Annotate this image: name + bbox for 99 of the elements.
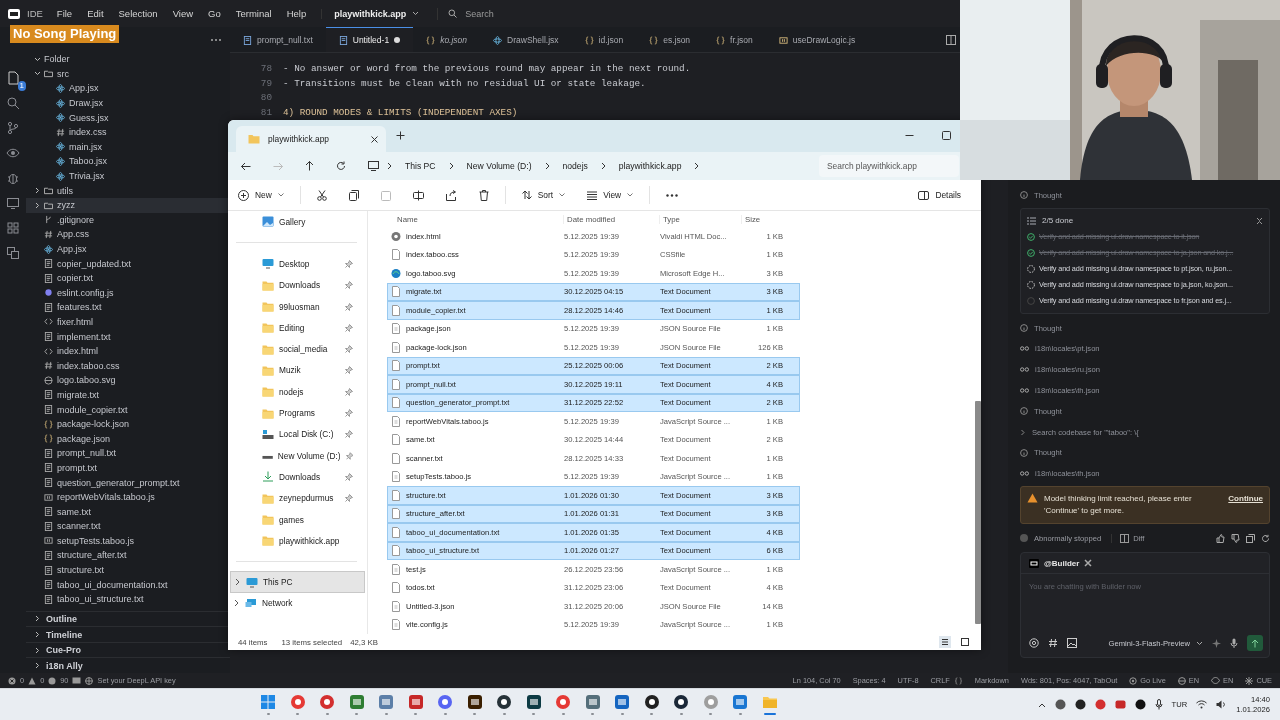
- tree-item[interactable]: main.jsx: [26, 139, 230, 155]
- nav-item[interactable]: Editing: [230, 317, 357, 339]
- menu-item[interactable]: Go: [208, 8, 221, 19]
- section-title: Cue-Pro: [46, 645, 81, 656]
- warning-text: Model thinking limit reached, please enter 'Continue' to get more.: [1044, 493, 1193, 518]
- code-line: - Transitions must be clean with no residual UI or state leakage.: [283, 77, 646, 89]
- breadcrumb-item[interactable]: This PC: [400, 161, 441, 171]
- tree-item[interactable]: Folder: [26, 52, 230, 67]
- tree-item[interactable]: App.jsx: [26, 81, 230, 96]
- window-tab[interactable]: playwithkick.app: [236, 126, 386, 152]
- sort-button[interactable]: Sort: [521, 190, 566, 200]
- line-number: 80: [259, 92, 272, 104]
- tree-item[interactable]: fixer.html: [26, 314, 230, 330]
- continue-link[interactable]: Continue: [1228, 493, 1263, 506]
- nav-item[interactable]: New Volume (D:): [230, 444, 357, 467]
- tree-item[interactable]: Draw.jsx: [26, 95, 230, 111]
- tree-item[interactable]: index.taboo.css: [26, 358, 230, 374]
- project-dropdown[interactable]: playwithkick.app: [321, 8, 428, 19]
- nav-item[interactable]: Muzik: [230, 359, 357, 382]
- tree-item[interactable]: setupTests.taboo.js: [26, 533, 230, 549]
- tree-item[interactable]: zyzz: [26, 197, 230, 213]
- breadcrumb-item[interactable]: New Volume (D:): [461, 161, 537, 171]
- tree-item[interactable]: src: [26, 66, 230, 82]
- tree-item[interactable]: App.css: [26, 227, 230, 242]
- editor-tab[interactable]: ko.json: [413, 27, 481, 52]
- line-number: 81: [259, 106, 272, 118]
- tree-item[interactable]: structure_after.txt: [26, 548, 230, 563]
- section-title: i18n Ally: [46, 660, 83, 671]
- section-title: Timeline: [46, 629, 83, 640]
- editor-tab[interactable]: fr.json: [703, 27, 766, 52]
- nav-item[interactable]: social_media: [230, 338, 357, 360]
- menu-item[interactable]: Terminal: [235, 8, 272, 19]
- tree-item[interactable]: copier_updated.txt: [26, 256, 230, 271]
- nav-item[interactable]: Network: [230, 592, 365, 615]
- tree-item[interactable]: prompt_null.txt: [26, 446, 230, 461]
- line-number: 78: [259, 62, 272, 74]
- nav-item[interactable]: 99luosman: [230, 295, 357, 318]
- nav-item[interactable]: playwithkick.app: [230, 530, 357, 552]
- section-title: Outline: [46, 613, 77, 624]
- now-playing-label: No Song Playing: [10, 25, 120, 43]
- tree-item[interactable]: migrate.txt: [26, 387, 230, 403]
- nav-item[interactable]: Downloads: [230, 466, 357, 488]
- agent-name: @Builder: [1044, 558, 1080, 568]
- tree-item[interactable]: same.txt: [26, 504, 230, 519]
- tree-item[interactable]: logo.taboo.svg: [26, 373, 230, 388]
- tree-item[interactable]: index.css: [26, 124, 230, 140]
- app-name: IDE: [27, 8, 43, 19]
- nav-item[interactable]: Desktop: [230, 253, 357, 275]
- tree-item[interactable]: Guess.jsx: [26, 110, 230, 125]
- notification-badge: 1: [17, 81, 26, 91]
- code-line: 4) ROUND MODES & LIMITS (INDEPENDENT AXES): [283, 106, 518, 118]
- menu-item[interactable]: File: [56, 8, 73, 19]
- nav-item[interactable]: Downloads: [230, 274, 357, 296]
- tree-item[interactable]: App.jsx: [26, 241, 230, 257]
- code-line: - No answer or word from the previous round may appear in the next round.: [283, 62, 691, 74]
- menu-item[interactable]: Edit: [87, 8, 104, 19]
- tree-item[interactable]: package-lock.json: [26, 416, 230, 432]
- tree-item[interactable]: copier.txt: [26, 270, 230, 286]
- tree-item[interactable]: eslint.config.js: [26, 285, 230, 301]
- search-field[interactable]: Search playwithkick.app: [819, 155, 959, 177]
- tree-item[interactable]: .gitignore: [26, 212, 230, 228]
- search-field[interactable]: Search: [463, 7, 548, 20]
- view-button[interactable]: View: [587, 190, 634, 200]
- nav-item[interactable]: Gallery: [230, 211, 357, 233]
- menu-item[interactable]: Selection: [118, 8, 158, 19]
- editor-tab[interactable]: DrawShell.jsx: [480, 27, 572, 52]
- menu-item[interactable]: View: [172, 8, 194, 19]
- nav-item[interactable]: zeynepdurmus: [230, 487, 357, 509]
- editor-tab[interactable]: id.json: [571, 27, 637, 52]
- editor-tab[interactable]: es.json: [636, 27, 704, 52]
- nav-item[interactable]: games: [230, 508, 357, 531]
- line-number: 79: [259, 77, 272, 89]
- tree-item[interactable]: prompt.txt: [26, 460, 230, 476]
- breadcrumb-item[interactable]: playwithkick.app: [613, 161, 687, 171]
- tree-item[interactable]: scanner.txt: [26, 519, 230, 534]
- menu-item[interactable]: Help: [286, 8, 307, 19]
- nav-item[interactable]: nodejs: [230, 381, 357, 403]
- tree-item[interactable]: index.html: [26, 343, 230, 359]
- tree-item[interactable]: utils: [26, 183, 230, 198]
- tree-item[interactable]: question_generator_prompt.txt: [26, 475, 230, 490]
- nav-item[interactable]: Local Disk (C:): [230, 423, 357, 445]
- tree-item[interactable]: structure.txt: [26, 562, 230, 578]
- nav-item[interactable]: This PC: [230, 571, 365, 593]
- tree-item[interactable]: implement.txt: [26, 329, 230, 344]
- tree-item[interactable]: taboo_ui_structure.txt: [26, 591, 230, 607]
- tree-item[interactable]: reportWebVitals.taboo.js: [26, 489, 230, 505]
- tree-item[interactable]: Trivia.jsx: [26, 168, 230, 184]
- new-button[interactable]: New: [238, 189, 284, 201]
- tree-item[interactable]: module_copier.txt: [26, 402, 230, 417]
- tree-item[interactable]: features.txt: [26, 300, 230, 315]
- breadcrumb-item[interactable]: nodejs: [557, 161, 593, 171]
- editor-tab[interactable]: useDrawLogic.js: [765, 27, 869, 52]
- nav-item[interactable]: Programs: [230, 402, 357, 424]
- tree-item[interactable]: Taboo.jsx: [26, 154, 230, 169]
- address-bar[interactable]: This PC New Volume (D:) nodejs playwithkick.app: [364, 155, 797, 177]
- tree-item[interactable]: taboo_ui_documentation.txt: [26, 577, 230, 592]
- tree-item[interactable]: package.json: [26, 431, 230, 447]
- details-button[interactable]: Details: [918, 190, 961, 200]
- editor-tab[interactable]: prompt_null.txt: [230, 27, 326, 52]
